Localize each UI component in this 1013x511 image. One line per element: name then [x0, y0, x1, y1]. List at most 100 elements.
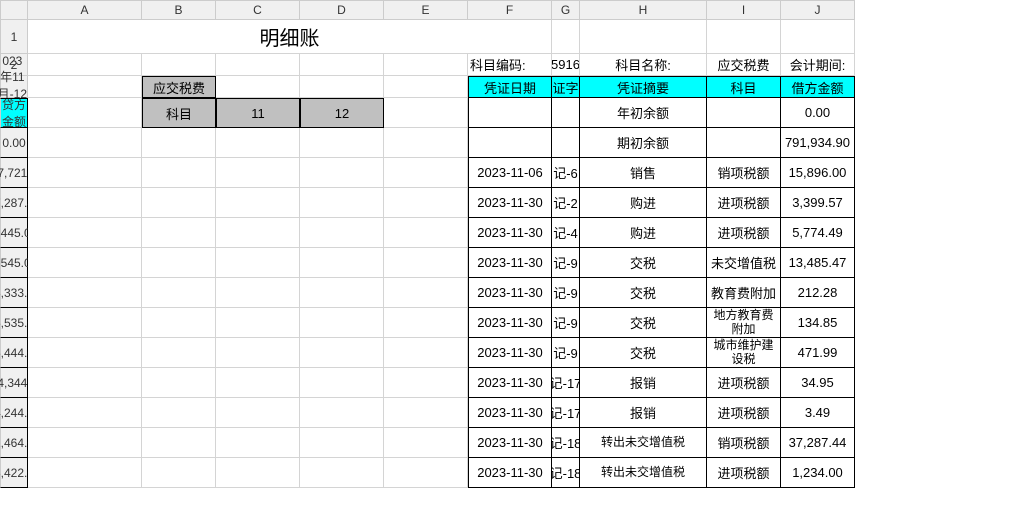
- col-header[interactable]: I: [707, 0, 781, 20]
- data-cell[interactable]: 购进: [580, 188, 707, 218]
- cell[interactable]: [300, 338, 384, 368]
- cell[interactable]: [28, 158, 142, 188]
- data-cell[interactable]: 进项税额: [707, 368, 781, 398]
- left-header-cell[interactable]: 借方金额: [781, 76, 855, 98]
- data-cell[interactable]: 进项税额: [707, 218, 781, 248]
- cell[interactable]: [216, 458, 300, 488]
- data-cell[interactable]: [552, 98, 580, 128]
- data-cell[interactable]: 记-17: [552, 398, 580, 428]
- cell[interactable]: [142, 398, 216, 428]
- data-cell[interactable]: 2023-11-30: [468, 428, 552, 458]
- cell[interactable]: [300, 188, 384, 218]
- data-cell[interactable]: 期初余额: [580, 128, 707, 158]
- data-cell[interactable]: [707, 128, 781, 158]
- cell[interactable]: [28, 278, 142, 308]
- col-header[interactable]: G: [552, 0, 580, 20]
- cell[interactable]: [142, 278, 216, 308]
- data-cell[interactable]: 交税: [580, 248, 707, 278]
- cell[interactable]: 应交税费: [707, 54, 781, 76]
- data-cell[interactable]: 地方教育费附加: [707, 308, 781, 338]
- data-cell[interactable]: 134.85: [781, 308, 855, 338]
- cell[interactable]: [300, 398, 384, 428]
- cell[interactable]: [28, 218, 142, 248]
- data-cell[interactable]: 记-18: [552, 458, 580, 488]
- cell[interactable]: [384, 428, 468, 458]
- cell[interactable]: [28, 458, 142, 488]
- data-cell[interactable]: 销售: [580, 158, 707, 188]
- cell[interactable]: [384, 308, 468, 338]
- cell[interactable]: [300, 218, 384, 248]
- data-cell[interactable]: 记-9: [552, 278, 580, 308]
- cell[interactable]: [28, 54, 142, 76]
- cell[interactable]: [300, 428, 384, 458]
- cell[interactable]: [142, 458, 216, 488]
- data-cell[interactable]: 城市维护建设税: [707, 338, 781, 368]
- row-header[interactable]: 023年11月-12月: [0, 76, 28, 98]
- cell[interactable]: [384, 218, 468, 248]
- data-cell[interactable]: [468, 128, 552, 158]
- cell[interactable]: [216, 278, 300, 308]
- left-header-cell[interactable]: 贷方金额: [0, 98, 28, 128]
- col-header[interactable]: A: [28, 0, 142, 20]
- spreadsheet[interactable]: ABCDEFGHIJ1明细账2科目编码:5916科目名称:应交税费会计期间:02…: [0, 0, 1013, 488]
- sheet-title[interactable]: 明细账: [28, 20, 552, 54]
- data-cell[interactable]: 777,721.15: [0, 158, 28, 188]
- data-cell[interactable]: 1,445.00: [0, 218, 28, 248]
- data-cell[interactable]: 教育费附加: [707, 278, 781, 308]
- cell[interactable]: [216, 188, 300, 218]
- data-cell[interactable]: 记-6: [552, 158, 580, 188]
- cell[interactable]: [300, 158, 384, 188]
- data-cell[interactable]: 转出未交增值税: [580, 458, 707, 488]
- cell[interactable]: [216, 398, 300, 428]
- cell[interactable]: [384, 98, 468, 128]
- data-cell[interactable]: 2023-11-30: [468, 368, 552, 398]
- data-cell[interactable]: 2023-11-30: [468, 188, 552, 218]
- row-header[interactable]: 1: [0, 20, 28, 54]
- cell[interactable]: 会计期间:: [781, 54, 855, 76]
- data-cell[interactable]: 13,422.00: [0, 458, 28, 488]
- col-header[interactable]: F: [468, 0, 552, 20]
- col-header[interactable]: C: [216, 0, 300, 20]
- cell[interactable]: 科目编码:: [468, 54, 552, 76]
- data-cell[interactable]: 15,535.00: [0, 308, 28, 338]
- cell[interactable]: [28, 368, 142, 398]
- data-cell[interactable]: 记-2: [552, 188, 580, 218]
- data-cell[interactable]: 1,545.00: [0, 248, 28, 278]
- cell[interactable]: [216, 76, 300, 98]
- cell[interactable]: [28, 188, 142, 218]
- data-cell[interactable]: 交税: [580, 278, 707, 308]
- data-cell[interactable]: 销项税额: [707, 158, 781, 188]
- data-cell[interactable]: 2023-11-30: [468, 218, 552, 248]
- data-cell[interactable]: 记-9: [552, 248, 580, 278]
- cell[interactable]: [216, 128, 300, 158]
- data-cell[interactable]: 记-17: [552, 368, 580, 398]
- col-header[interactable]: E: [384, 0, 468, 20]
- cell[interactable]: [300, 128, 384, 158]
- data-cell[interactable]: 13,485.47: [781, 248, 855, 278]
- cell[interactable]: [384, 54, 468, 76]
- data-cell[interactable]: [552, 128, 580, 158]
- cell[interactable]: [580, 20, 707, 54]
- data-cell[interactable]: 2023-11-30: [468, 248, 552, 278]
- left-header-cell[interactable]: 凭证摘要: [580, 76, 707, 98]
- data-cell[interactable]: 44,244.00: [0, 398, 28, 428]
- data-cell[interactable]: [468, 98, 552, 128]
- data-cell[interactable]: 报销: [580, 398, 707, 428]
- data-cell[interactable]: 34.95: [781, 368, 855, 398]
- cell[interactable]: [384, 188, 468, 218]
- cell[interactable]: [28, 248, 142, 278]
- cell[interactable]: [300, 308, 384, 338]
- cell[interactable]: [707, 20, 781, 54]
- data-cell[interactable]: 2023-11-30: [468, 398, 552, 428]
- cell[interactable]: [142, 54, 216, 76]
- data-cell[interactable]: 进项税额: [707, 458, 781, 488]
- data-cell[interactable]: 进项税额: [707, 188, 781, 218]
- cell[interactable]: [300, 458, 384, 488]
- left-header-cell[interactable]: 凭证日期: [468, 76, 552, 98]
- cell[interactable]: [28, 98, 142, 128]
- cell[interactable]: [142, 188, 216, 218]
- cell[interactable]: [216, 428, 300, 458]
- cell[interactable]: [384, 368, 468, 398]
- cell[interactable]: [384, 248, 468, 278]
- col-header[interactable]: H: [580, 0, 707, 20]
